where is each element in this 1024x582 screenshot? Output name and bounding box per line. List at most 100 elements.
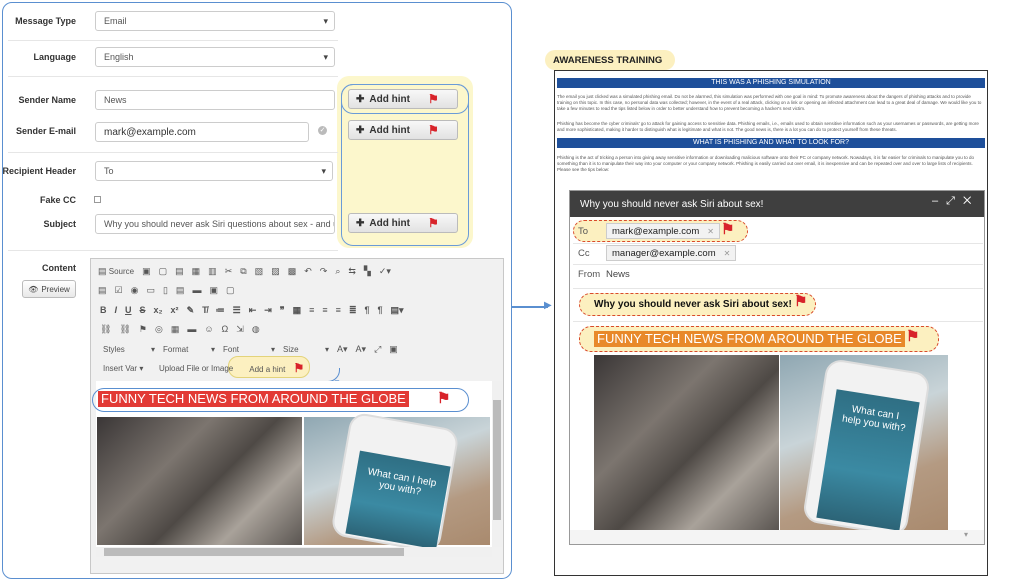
source-button[interactable]: ▤ Source bbox=[98, 266, 134, 277]
select-icon[interactable]: ▤ bbox=[176, 285, 185, 296]
print-icon[interactable]: ▦ bbox=[192, 266, 201, 277]
chevron-down-icon[interactable]: ▾ bbox=[964, 530, 968, 539]
unlink-icon[interactable]: ⛓ bbox=[119, 324, 130, 335]
language-value: English bbox=[104, 52, 134, 62]
image-button-icon[interactable]: ▣ bbox=[209, 285, 218, 296]
horizontal-scroll-thumb[interactable] bbox=[104, 548, 404, 556]
language-select[interactable]: English bbox=[95, 47, 335, 67]
bold-icon[interactable]: B bbox=[100, 305, 107, 315]
new-page-icon[interactable]: ▢ bbox=[159, 266, 168, 277]
link-icon[interactable]: ⛓ bbox=[100, 324, 111, 335]
minimize-icon[interactable]: – bbox=[932, 195, 946, 207]
textarea-icon[interactable]: ▯ bbox=[163, 285, 168, 296]
smiley-icon[interactable]: ☺ bbox=[204, 324, 213, 334]
add-hint-label: Add hint bbox=[369, 217, 410, 229]
styles-label: Styles bbox=[103, 344, 125, 354]
show-blocks-icon[interactable]: ▣ bbox=[389, 344, 398, 355]
checkbox-icon[interactable]: ☑ bbox=[115, 285, 123, 296]
add-a-hint-button[interactable]: Add a hint ⚑ bbox=[249, 361, 304, 375]
hr-icon[interactable]: ▬ bbox=[187, 324, 196, 334]
form-icon[interactable]: ▤ bbox=[98, 285, 107, 296]
copy-icon[interactable]: ⧉ bbox=[240, 266, 246, 277]
remove-icon[interactable]: ✕ bbox=[707, 227, 714, 236]
indent-icon[interactable]: ⇥ bbox=[264, 305, 272, 316]
remove-icon[interactable]: ✕ bbox=[724, 249, 731, 258]
cut-icon[interactable]: ✂ bbox=[225, 266, 233, 277]
subscript-icon[interactable]: x₂ bbox=[154, 305, 163, 315]
sender-name-label: Sender Name bbox=[18, 95, 76, 105]
cc-chip[interactable]: manager@example.com ✕ bbox=[606, 245, 737, 261]
rtl-icon[interactable]: ¶ bbox=[378, 305, 383, 315]
add-hint-button-subject[interactable]: ✚ Add hint ⚑ bbox=[348, 213, 458, 233]
iframe-icon[interactable]: ◍ bbox=[252, 324, 260, 335]
paste-text-icon[interactable]: ▨ bbox=[271, 266, 280, 277]
fake-cc-checkbox[interactable] bbox=[94, 196, 101, 203]
align-center-icon[interactable]: ≡ bbox=[322, 305, 327, 315]
to-chip[interactable]: mark@example.com ✕ bbox=[606, 223, 720, 239]
page-break-icon[interactable]: ⇲ bbox=[236, 324, 244, 335]
paste-word-icon[interactable]: ▩ bbox=[288, 266, 297, 277]
outdent-icon[interactable]: ⇤ bbox=[249, 305, 257, 316]
ltr-icon[interactable]: ¶ bbox=[364, 305, 369, 315]
strike-icon[interactable]: S bbox=[140, 305, 146, 315]
align-left-icon[interactable]: ≡ bbox=[309, 305, 314, 315]
bulleted-list-icon[interactable]: ☰ bbox=[233, 305, 241, 316]
preview-button[interactable]: 👁 Preview bbox=[22, 280, 76, 298]
size-dropdown[interactable]: Size ▾ bbox=[283, 345, 329, 354]
undo-icon[interactable]: ↶ bbox=[304, 266, 312, 277]
superscript-icon[interactable]: x² bbox=[171, 305, 179, 315]
textfield-icon[interactable]: ▭ bbox=[146, 285, 155, 296]
add-hint-button-sender-email[interactable]: ✚ Add hint ⚑ bbox=[348, 120, 458, 140]
text-color-icon[interactable]: A▾ bbox=[337, 344, 348, 355]
sender-name-input[interactable]: News bbox=[95, 90, 335, 110]
replace-icon[interactable]: ⇆ bbox=[348, 266, 356, 277]
awareness-title: AWARENESS TRAINING bbox=[553, 55, 663, 66]
spellcheck-icon[interactable]: ✓▾ bbox=[379, 266, 391, 277]
anchor-flag-icon[interactable]: ⚑ bbox=[139, 324, 147, 335]
insert-var-dropdown[interactable]: Insert Var ▾ bbox=[103, 364, 151, 373]
templates-icon[interactable]: ▥ bbox=[208, 266, 217, 277]
close-icon[interactable]: ✕ bbox=[963, 195, 979, 207]
table-icon[interactable]: ▦ bbox=[171, 324, 180, 335]
sender-email-input[interactable]: mark@example.com bbox=[95, 122, 309, 142]
button-icon[interactable]: ▬ bbox=[192, 285, 201, 295]
numbered-list-icon[interactable]: ≔ bbox=[216, 305, 225, 316]
redo-icon[interactable]: ↷ bbox=[320, 266, 328, 277]
language-icon[interactable]: ▤▾ bbox=[391, 305, 404, 316]
expand-icon[interactable]: ⤢ bbox=[946, 195, 963, 207]
copy-format-icon[interactable]: ✎ bbox=[187, 305, 195, 316]
flag-icon: ⚑ bbox=[427, 216, 439, 230]
image-icon[interactable]: ◎ bbox=[155, 324, 163, 335]
source-label: Source bbox=[108, 266, 135, 276]
save-icon[interactable]: ▣ bbox=[142, 266, 151, 277]
subject-input[interactable]: Why you should never ask Siri questions … bbox=[95, 214, 335, 234]
phone-screen: What can I help you with? bbox=[345, 450, 451, 550]
justify-icon[interactable]: ≣ bbox=[349, 305, 357, 316]
toolbar-row-4: ⛓ ⛓ ⚑ ◎ ▦ ▬ ☺ Ω ⇲ ◍ bbox=[100, 321, 260, 337]
select-all-icon[interactable]: ▚ bbox=[364, 266, 371, 277]
paste-icon[interactable]: ▧ bbox=[255, 266, 264, 277]
italic-icon[interactable]: I bbox=[115, 305, 118, 315]
sender-email-value: mark@example.com bbox=[104, 126, 196, 138]
vertical-scroll-thumb[interactable] bbox=[493, 400, 501, 520]
find-icon[interactable]: ⌕ bbox=[335, 266, 340, 277]
div-icon[interactable]: ▦ bbox=[293, 305, 302, 316]
radio-icon[interactable]: ◉ bbox=[131, 285, 139, 296]
add-hint-button-sender-name[interactable]: ✚ Add hint ⚑ bbox=[348, 89, 458, 109]
styles-dropdown[interactable]: Styles ▾ bbox=[103, 345, 155, 354]
preview-icon[interactable]: ▤ bbox=[175, 266, 184, 277]
align-right-icon[interactable]: ≡ bbox=[336, 305, 341, 315]
maximize-icon[interactable]: ⤢ bbox=[374, 344, 381, 355]
hidden-field-icon[interactable]: ▢ bbox=[226, 285, 235, 296]
special-char-icon[interactable]: Ω bbox=[222, 324, 229, 334]
remove-format-icon[interactable]: T̸ bbox=[202, 305, 208, 315]
bg-color-icon[interactable]: A▾ bbox=[356, 344, 367, 355]
message-type-select[interactable]: Email bbox=[95, 11, 335, 31]
email-footer bbox=[570, 530, 984, 544]
font-dropdown[interactable]: Font ▾ bbox=[223, 345, 275, 354]
blockquote-icon[interactable]: ❞ bbox=[280, 305, 285, 316]
recipient-header-select[interactable]: To bbox=[95, 161, 333, 181]
upload-button[interactable]: Upload File or Image bbox=[159, 364, 233, 373]
format-dropdown[interactable]: Format ▾ bbox=[163, 345, 215, 354]
underline-icon[interactable]: U bbox=[125, 305, 132, 315]
